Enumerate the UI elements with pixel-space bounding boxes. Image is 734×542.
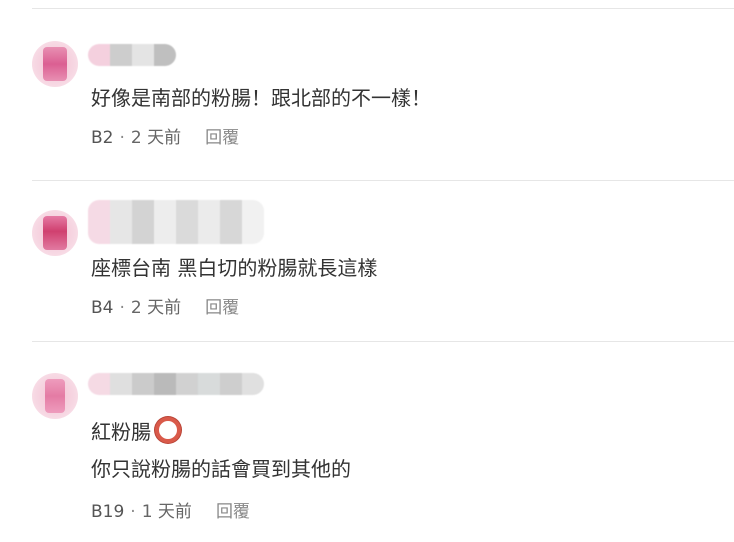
blurred-username <box>88 44 176 66</box>
blurred-username <box>88 373 264 395</box>
reply-button[interactable]: 回覆 <box>205 298 239 318</box>
comment-time: 1 天前 <box>141 502 192 522</box>
comment-time: 2 天前 <box>130 128 182 148</box>
comment-meta: B2 · 2 天前 回覆 <box>91 127 239 149</box>
avatar-image <box>45 379 65 413</box>
comment-feed: 好像是南部的粉腸！跟北部的不一樣！ B2 · 2 天前 回覆 座標台南 黑白切的粉腸就… <box>0 0 734 542</box>
user-avatar[interactable] <box>32 41 78 87</box>
user-avatar[interactable] <box>32 210 78 256</box>
divider <box>32 8 734 9</box>
divider <box>32 341 734 342</box>
separator-dot: · <box>119 128 125 148</box>
comment-text: 座標台南 黑白切的粉腸就長這樣 <box>91 256 378 280</box>
reply-button[interactable]: 回覆 <box>216 502 250 522</box>
avatar-image <box>43 47 67 81</box>
floor-number: B2 <box>91 128 114 148</box>
comment-meta: B4 · 2 天前 回覆 <box>91 297 239 319</box>
floor-number: B4 <box>91 298 114 318</box>
separator-dot: · <box>130 502 136 522</box>
separator-dot: · <box>119 298 125 318</box>
avatar-image <box>43 216 67 250</box>
comment-text: 你只說粉腸的話會買到其他的 <box>91 457 351 481</box>
comment-text: 紅粉腸 <box>91 417 181 444</box>
divider <box>32 180 734 181</box>
comment-time: 2 天前 <box>130 298 182 318</box>
user-avatar[interactable] <box>32 373 78 419</box>
comment-text: 好像是南部的粉腸！跟北部的不一樣！ <box>91 86 431 110</box>
reply-button[interactable]: 回覆 <box>205 128 239 148</box>
floor-number: B19 <box>91 502 125 522</box>
comment-text-line: 紅粉腸 <box>91 420 151 444</box>
red-circle-ring-emoji-icon <box>155 417 181 443</box>
comment-meta: B19 · 1 天前 回覆 <box>91 501 250 523</box>
blurred-username <box>88 200 264 244</box>
